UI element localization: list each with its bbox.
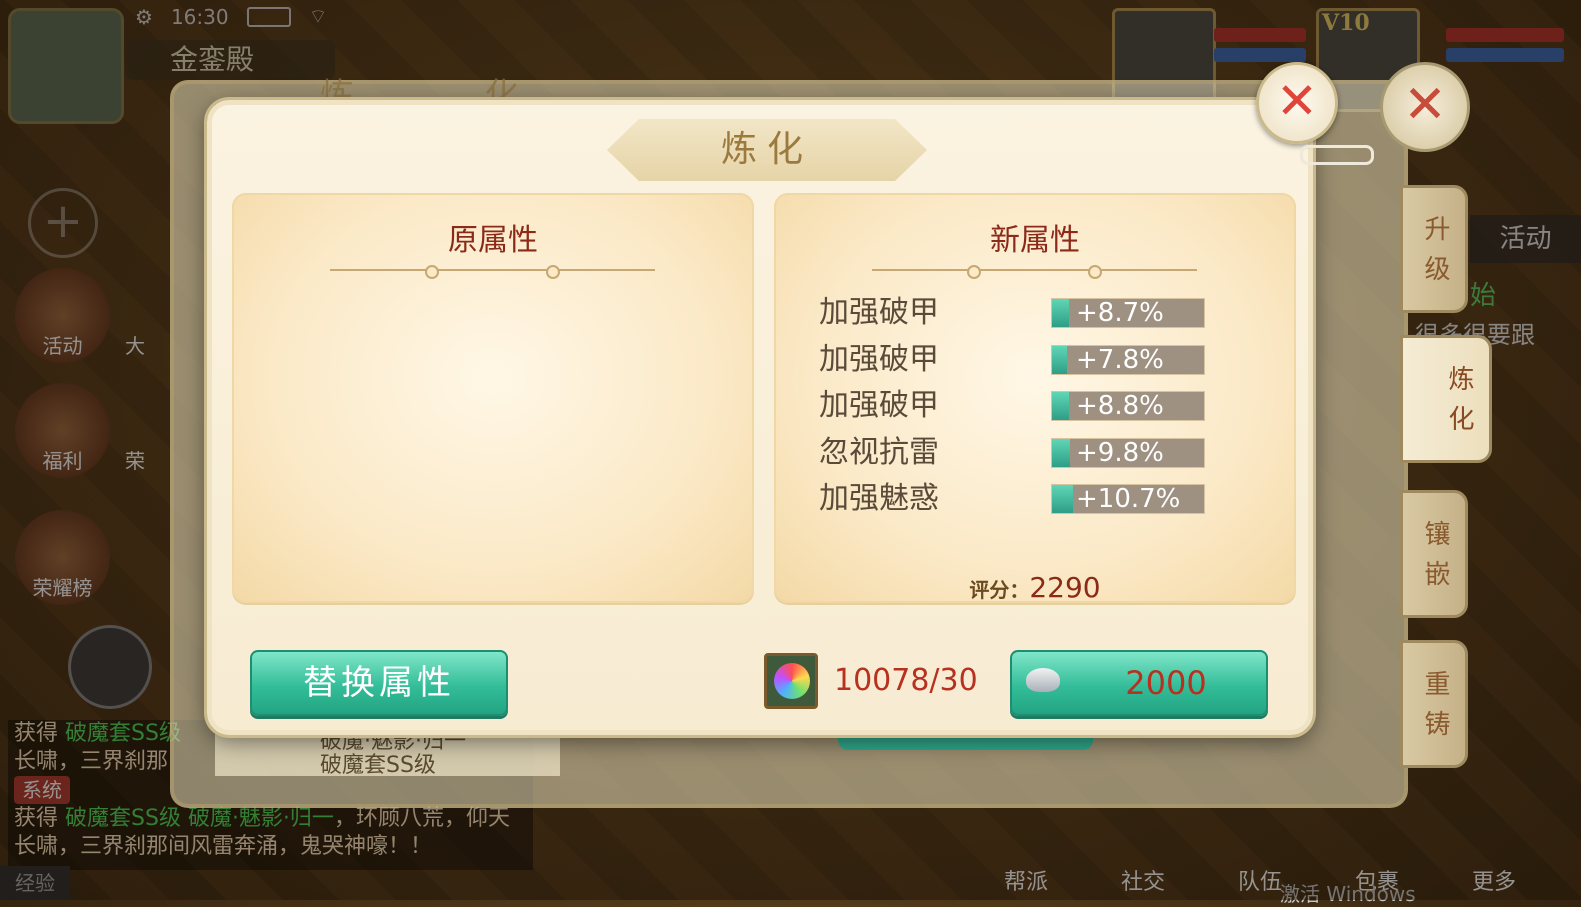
tab-recast[interactable]: 重铸 bbox=[1400, 640, 1468, 768]
attribute-name: 加强破甲 bbox=[819, 388, 939, 423]
material-count: 10078/30 bbox=[834, 663, 978, 698]
equipment-item-sub: 破魔套SS级 bbox=[320, 753, 436, 778]
score-display: 评分：2290 bbox=[774, 571, 1296, 604]
attribute-bar-fill bbox=[1052, 392, 1069, 420]
refine-cost-value: 2000 bbox=[1125, 664, 1207, 702]
attribute-bar: +7.8% bbox=[1051, 344, 1205, 375]
attribute-value: +7.8% bbox=[1076, 344, 1164, 375]
attribute-name: 忽视抗雷 bbox=[819, 434, 939, 470]
material-slot[interactable] bbox=[764, 653, 818, 709]
attribute-row: 加强破甲 +8.7% bbox=[819, 293, 1259, 340]
attribute-bar: +8.7% bbox=[1051, 298, 1205, 328]
ornament-divider bbox=[872, 265, 1197, 279]
silver-ingot-icon bbox=[1026, 668, 1060, 692]
new-attributes-scroll: 新属性 加强破甲 +8.7% 加强破甲 +7.8% 加强破甲 +8.8% 忽视抗雷 +9.8%… bbox=[774, 193, 1296, 604]
attribute-bar-fill bbox=[1052, 345, 1068, 374]
new-attributes-header: 新属性 bbox=[990, 223, 1080, 258]
attribute-name: 加强破甲 bbox=[819, 295, 939, 330]
tab-inlay[interactable]: 镶嵌 bbox=[1400, 490, 1468, 618]
attribute-bar-fill bbox=[1052, 438, 1071, 467]
attribute-row: 加强破甲 +7.8% bbox=[819, 340, 1259, 387]
attribute-row: 忽视抗雷 +9.8% bbox=[819, 433, 1259, 480]
replace-attributes-button[interactable]: 替换属性 bbox=[250, 650, 508, 716]
refine-dialog: 炼化 原属性 新属性 加强破甲 +8.7% 加强破甲 +7.8% 加强破甲 +8.8% 忽视… bbox=[207, 100, 1313, 735]
attribute-row: 加强破甲 +8.8% bbox=[819, 386, 1259, 433]
refine-cost-button[interactable]: 2000 bbox=[1010, 650, 1268, 716]
attribute-bar-fill bbox=[1052, 485, 1074, 513]
close-ornament bbox=[1300, 145, 1374, 165]
tab-refine[interactable]: 炼化 bbox=[1400, 335, 1492, 463]
attribute-row: 加强魅惑 +10.7% bbox=[819, 479, 1259, 526]
equipment-item-card[interactable]: 破魔·魅影·归一 破魔套SS级 bbox=[215, 730, 560, 778]
attribute-value: +8.7% bbox=[1076, 298, 1164, 328]
attribute-bar: +9.8% bbox=[1051, 437, 1205, 468]
attribute-value: +9.8% bbox=[1076, 437, 1164, 468]
original-attributes-scroll: 原属性 bbox=[232, 193, 754, 603]
attribute-name: 加强破甲 bbox=[819, 341, 939, 377]
new-attributes-list: 加强破甲 +8.7% 加强破甲 +7.8% 加强破甲 +8.8% 忽视抗雷 +9.8% 加强魅惑… bbox=[819, 293, 1259, 526]
rainbow-orb-icon bbox=[774, 663, 810, 699]
score-label: 评分： bbox=[969, 578, 1030, 602]
attribute-name: 加强魅惑 bbox=[819, 481, 939, 516]
equipment-panel-close-icon[interactable]: ✕ bbox=[1380, 62, 1470, 152]
ornament-divider bbox=[330, 265, 655, 279]
dialog-title-plate: 炼化 bbox=[607, 119, 927, 181]
dialog-title: 炼化 bbox=[720, 129, 813, 170]
score-value: 2290 bbox=[1029, 571, 1101, 604]
close-icon[interactable]: ✕ bbox=[1256, 62, 1338, 144]
attribute-value: +8.8% bbox=[1076, 391, 1164, 421]
attribute-value: +10.7% bbox=[1076, 484, 1181, 514]
original-attributes-header: 原属性 bbox=[448, 223, 538, 258]
attribute-bar: +10.7% bbox=[1051, 484, 1205, 514]
tab-upgrade[interactable]: 升级 bbox=[1400, 185, 1468, 313]
attribute-bar: +8.8% bbox=[1051, 391, 1205, 421]
attribute-bar-fill bbox=[1052, 299, 1069, 327]
